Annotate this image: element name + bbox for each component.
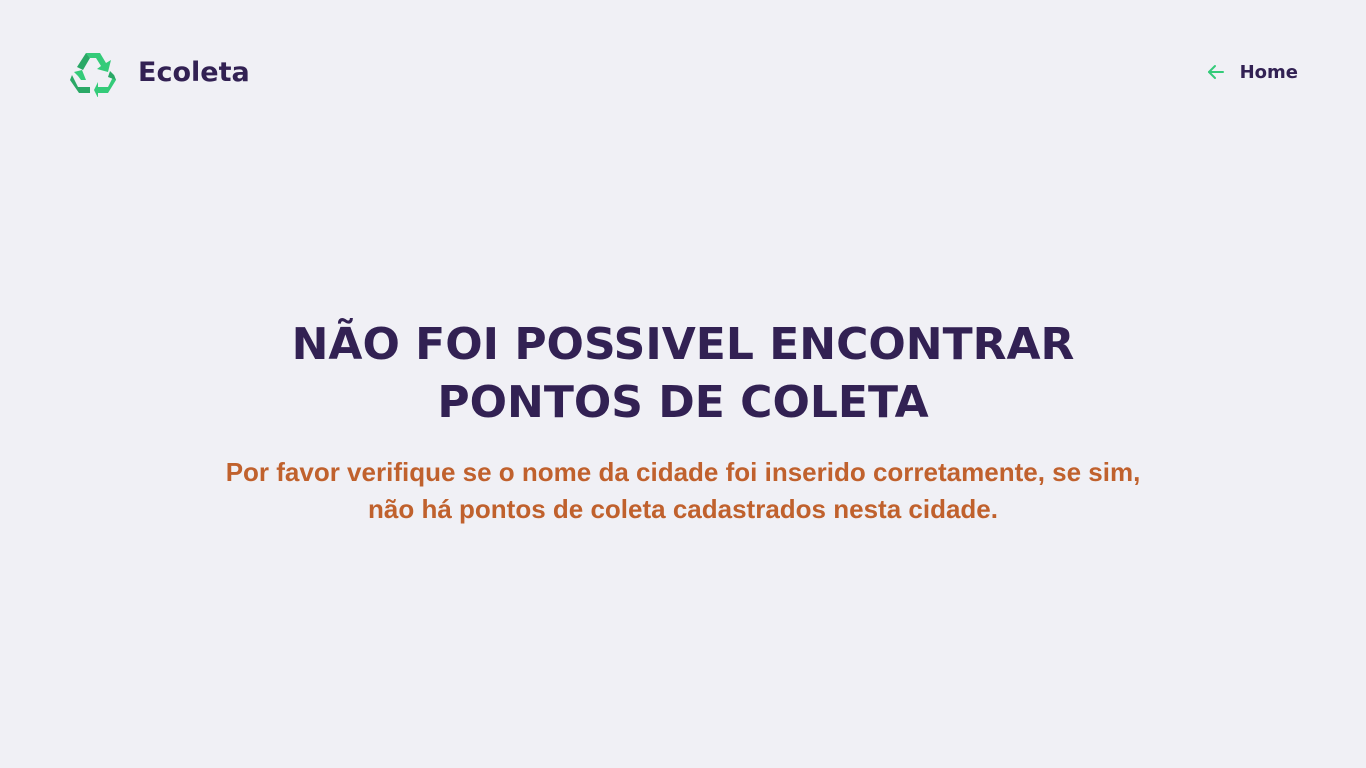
not-found-message: Por favor verifique se o nome da cidade …	[225, 457, 1141, 524]
header: Ecoleta Home	[68, 46, 1298, 98]
arrow-left-icon	[1206, 62, 1226, 82]
home-link-label: Home	[1239, 61, 1298, 83]
logo: Ecoleta	[68, 47, 250, 98]
home-link[interactable]: Home	[1206, 62, 1298, 83]
title-line-2: PONTOS DE COLETA	[437, 377, 929, 428]
recycle-icon	[68, 47, 118, 98]
title-line-1: NÃO FOI POSSIVEL ENCONTRAR	[291, 319, 1075, 370]
page: Ecoleta Home NÃO FOI POSSIVEL ENCONTRAR …	[0, 0, 1366, 768]
main-content: NÃO FOI POSSIVEL ENCONTRAR PONTOS DE COL…	[0, 316, 1366, 528]
page-title: NÃO FOI POSSIVEL ENCONTRAR PONTOS DE COL…	[233, 316, 1133, 432]
brand-name: Ecoleta	[138, 56, 250, 88]
